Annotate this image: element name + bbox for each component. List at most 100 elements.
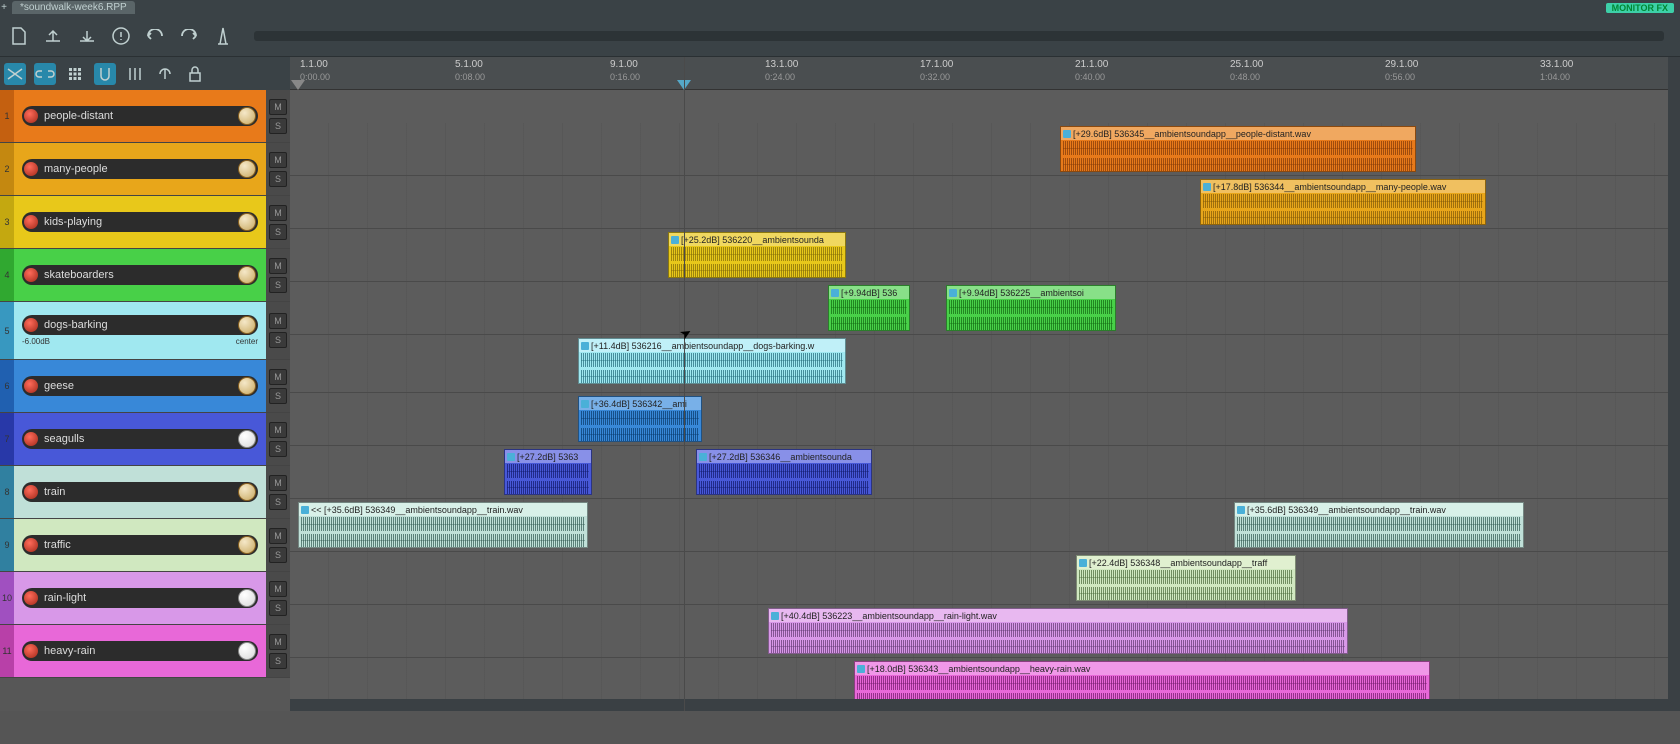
horizontal-scrollbar[interactable] [254, 31, 1664, 41]
record-arm-button[interactable] [24, 318, 38, 332]
clip-fx-badge[interactable] [581, 342, 589, 350]
volume-knob[interactable] [238, 642, 256, 660]
save-icon[interactable] [76, 25, 98, 47]
track-lane[interactable] [290, 229, 1680, 282]
project-tab[interactable]: *soundwalk-week6.RPP [12, 1, 135, 14]
track-name[interactable]: many-people [44, 163, 238, 175]
mute-button[interactable]: M [269, 528, 287, 544]
autocrossfade-icon[interactable] [4, 63, 26, 85]
clip-fx-badge[interactable] [581, 400, 589, 408]
solo-button[interactable]: S [269, 494, 287, 510]
solo-button[interactable]: S [269, 332, 287, 348]
track-name[interactable]: seagulls [44, 433, 238, 445]
mute-button[interactable]: M [269, 369, 287, 385]
vertical-scrollbar[interactable] [1668, 57, 1680, 711]
track-row[interactable]: 7 seagulls M S [0, 413, 290, 466]
volume-knob[interactable] [238, 160, 256, 178]
mute-button[interactable]: M [269, 313, 287, 329]
audio-clip[interactable]: [+9.94dB] 536225__ambientsoi [946, 285, 1116, 331]
record-arm-button[interactable] [24, 538, 38, 552]
track-lane[interactable] [290, 552, 1680, 605]
mute-button[interactable]: M [269, 99, 287, 115]
volume-knob[interactable] [238, 536, 256, 554]
volume-knob[interactable] [238, 589, 256, 607]
audio-clip[interactable]: [+29.6dB] 536345__ambientsoundapp__peopl… [1060, 126, 1416, 172]
clip-fx-badge[interactable] [1237, 506, 1245, 514]
track-row[interactable]: 8 train M S [0, 466, 290, 519]
volume-knob[interactable] [238, 316, 256, 334]
volume-knob[interactable] [238, 430, 256, 448]
track-name[interactable]: skateboarders [44, 269, 238, 281]
audio-clip[interactable]: [+11.4dB] 536216__ambientsoundapp__dogs-… [578, 338, 846, 384]
grid-icon[interactable] [64, 63, 86, 85]
mute-button[interactable]: M [269, 152, 287, 168]
track-name[interactable]: rain-light [44, 592, 238, 604]
link-icon[interactable] [34, 63, 56, 85]
solo-button[interactable]: S [269, 118, 287, 134]
redo-icon[interactable] [178, 25, 200, 47]
monitor-fx-button[interactable]: MONITOR FX [1606, 3, 1674, 13]
track-name[interactable]: traffic [44, 539, 238, 551]
audio-clip[interactable]: [+9.94dB] 536 [828, 285, 910, 331]
record-arm-button[interactable] [24, 432, 38, 446]
lock-icon[interactable] [184, 63, 206, 85]
record-arm-button[interactable] [24, 109, 38, 123]
track-row[interactable]: 2 many-people M S [0, 143, 290, 196]
mute-button[interactable]: M [269, 258, 287, 274]
arrange-view[interactable]: 1.1.000:00.005.1.000:08.009.1.000:16.001… [290, 57, 1680, 711]
record-arm-button[interactable] [24, 644, 38, 658]
volume-knob[interactable] [238, 483, 256, 501]
undo-icon[interactable] [144, 25, 166, 47]
mute-button[interactable]: M [269, 205, 287, 221]
clip-fx-badge[interactable] [857, 665, 865, 673]
solo-button[interactable]: S [269, 600, 287, 616]
track-row[interactable]: 3 kids-playing M S [0, 196, 290, 249]
open-icon[interactable] [42, 25, 64, 47]
audio-clip[interactable]: [+27.2dB] 536346__ambientsounda [696, 449, 872, 495]
mute-button[interactable]: M [269, 634, 287, 650]
track-row[interactable]: 10 rain-light M S [0, 572, 290, 625]
track-name[interactable]: train [44, 486, 238, 498]
track-name[interactable]: heavy-rain [44, 645, 238, 657]
mute-button[interactable]: M [269, 475, 287, 491]
solo-button[interactable]: S [269, 277, 287, 293]
volume-knob[interactable] [238, 107, 256, 125]
clip-fx-badge[interactable] [1063, 130, 1071, 138]
record-arm-button[interactable] [24, 162, 38, 176]
clip-fx-badge[interactable] [771, 612, 779, 620]
mute-button[interactable]: M [269, 422, 287, 438]
track-lane[interactable] [290, 335, 1680, 393]
clip-fx-badge[interactable] [671, 236, 679, 244]
track-row[interactable]: 11 heavy-rain M S [0, 625, 290, 678]
snap-icon[interactable] [94, 63, 116, 85]
bottom-scrollbar[interactable] [290, 699, 1668, 711]
track-lane[interactable] [290, 393, 1680, 446]
track-name[interactable]: geese [44, 380, 238, 392]
clip-fx-badge[interactable] [507, 453, 515, 461]
new-project-icon[interactable] [8, 25, 30, 47]
track-row[interactable]: 1 people-distant M S [0, 90, 290, 143]
audio-clip[interactable]: [+25.2dB] 536220__ambientsounda [668, 232, 846, 278]
mute-button[interactable]: M [269, 581, 287, 597]
clip-fx-badge[interactable] [301, 506, 309, 514]
audio-clip[interactable]: [+35.6dB] 536349__ambientsoundapp__train… [1234, 502, 1524, 548]
solo-button[interactable]: S [269, 388, 287, 404]
track-row[interactable]: 4 skateboarders M S [0, 249, 290, 302]
clip-fx-badge[interactable] [831, 289, 839, 297]
volume-knob[interactable] [238, 213, 256, 231]
track-name[interactable]: kids-playing [44, 216, 238, 228]
volume-knob[interactable] [238, 266, 256, 284]
audio-clip[interactable]: [+27.2dB] 5363 [504, 449, 592, 495]
record-arm-button[interactable] [24, 268, 38, 282]
volume-knob[interactable] [238, 377, 256, 395]
audio-clip[interactable]: [+40.4dB] 536223__ambientsoundapp__rain-… [768, 608, 1348, 654]
grid-lines-icon[interactable] [124, 63, 146, 85]
solo-button[interactable]: S [269, 441, 287, 457]
record-arm-button[interactable] [24, 379, 38, 393]
track-row[interactable]: 9 traffic M S [0, 519, 290, 572]
project-settings-icon[interactable] [110, 25, 132, 47]
metronome-icon[interactable] [212, 25, 234, 47]
track-lane[interactable] [290, 446, 1680, 499]
clip-fx-badge[interactable] [699, 453, 707, 461]
track-lane[interactable] [290, 123, 1680, 176]
